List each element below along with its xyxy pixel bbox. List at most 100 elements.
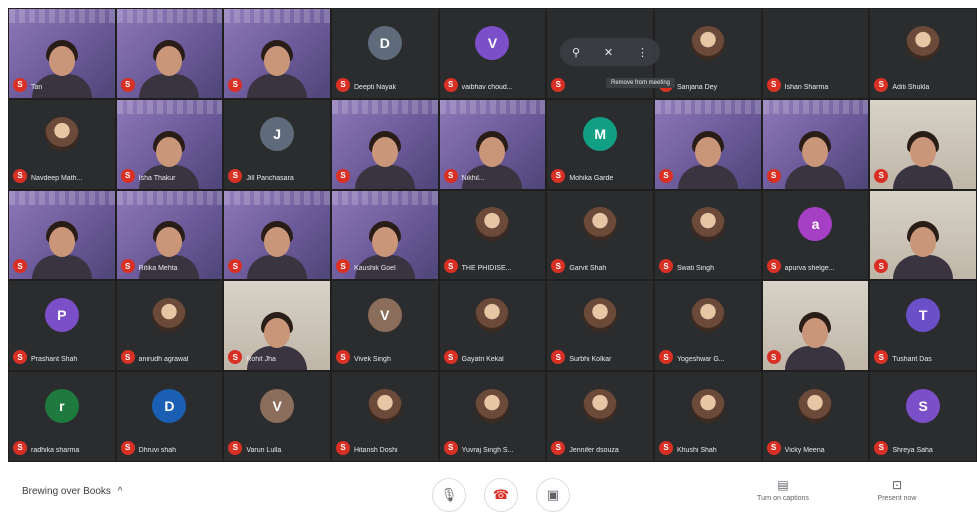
participant-tile[interactable]: S (224, 9, 330, 98)
mic-muted-icon: S (228, 77, 243, 92)
participant-name: Surbhi Kolkar (569, 356, 612, 364)
participant-tile[interactable]: S Nikhil... (439, 99, 546, 189)
participant-tile[interactable]: S (332, 99, 438, 189)
participant-tile[interactable]: S Swati Singh (655, 190, 761, 280)
participant-avatar: D (367, 25, 402, 60)
participant-photo (906, 25, 941, 60)
participant-name: Garvit Shah (569, 265, 607, 273)
participant-photo (152, 298, 187, 333)
participant-avatar: a (798, 207, 833, 242)
participant-tile[interactable]: M S Mohika Garde (547, 99, 653, 189)
meeting-title[interactable]: Brewing over Books ^ (22, 486, 122, 497)
camera-icon: ▣ (546, 487, 560, 502)
participant-tile[interactable]: S Yuvraj Singh S... (439, 372, 546, 461)
participant-tile[interactable]: a Sapurva shelge... (762, 190, 869, 280)
more-icon[interactable]: ⋮ (637, 46, 648, 59)
participant-tile[interactable]: V S Vivek Singh (332, 281, 438, 371)
participant-tile[interactable]: V Svaibhav choud... (439, 9, 546, 98)
participant-name: Prashant Shah (31, 356, 78, 364)
mic-muted-icon: S (336, 168, 350, 183)
mic-muted-icon: S (13, 350, 27, 365)
participant-tile[interactable]: S (655, 99, 761, 189)
participant-tile[interactable]: S Vicky Meena (762, 372, 869, 461)
bottom-toolbar: Brewing over Books ^ 🎙 ☎ ▣ ▤ Turn on cap… (0, 466, 977, 514)
participant-tile[interactable]: S Rohit Jha (224, 281, 330, 371)
participant-avatar: P (44, 298, 79, 333)
participant-tile[interactable]: S S Shreya Saha (870, 372, 976, 461)
mic-muted-icon: S (228, 259, 243, 274)
participant-name: Ishan Sharma (784, 83, 829, 91)
participant-name: Hitansh Doshi (354, 446, 398, 454)
present-button[interactable]: ⊡ Present now (862, 478, 932, 502)
participant-name: Kaushik Goel (354, 265, 396, 273)
participant-grid: S Tan S S D S Deepti Nayak V Svaibhav choud... S S… (8, 8, 977, 462)
participant-tile[interactable]: S Navdeep Math... (9, 99, 115, 189)
participant-tile[interactable]: S Isha Thakur (116, 99, 223, 189)
mic-muted-icon: S (766, 259, 781, 274)
participant-tile[interactable]: T S Tushant Das (870, 281, 976, 371)
participant-name: Tushant Das (892, 356, 932, 364)
participant-tile[interactable]: S (224, 190, 330, 280)
participant-tile[interactable]: S Ishan Sharma (762, 9, 869, 98)
hangup-button[interactable]: ☎ (484, 478, 518, 512)
mic-muted-icon: S (874, 440, 889, 455)
participant-video (893, 219, 954, 280)
participant-avatar: J (260, 116, 295, 151)
participant-tile[interactable]: S Khushi Shah (655, 372, 761, 461)
mic-muted-icon: S (659, 168, 673, 183)
participant-tile[interactable]: S Hitansh Doshi (332, 372, 438, 461)
participant-photo (690, 25, 725, 60)
participant-tile[interactable]: D S Deepti Nayak (332, 9, 438, 98)
participant-tile[interactable]: S (762, 99, 869, 189)
pin-icon[interactable]: ⚲ (572, 46, 580, 59)
camera-button[interactable]: ▣ (536, 478, 570, 512)
participant-tile[interactable]: J S Jill Panchasara (224, 99, 330, 189)
participant-tile[interactable]: S Yogeshwar G... (655, 281, 761, 371)
participant-tile[interactable]: r Sradhika sharma (9, 372, 115, 461)
participant-name: vaibhav choud... (461, 83, 513, 91)
participant-tile[interactable]: S (762, 281, 869, 371)
mic-muted-icon: S (120, 350, 135, 365)
participant-tile[interactable]: S Aditi Shukla (870, 9, 976, 98)
participant-tile[interactable]: S (116, 9, 223, 98)
participant-name: THE PHIDISE... (461, 265, 512, 273)
participant-tile[interactable]: S (9, 190, 115, 280)
captions-button[interactable]: ▤ Turn on captions (748, 478, 818, 502)
participant-tile[interactable]: S (870, 99, 976, 189)
mic-muted-icon: S (551, 440, 566, 455)
participant-name: apurva shelge... (784, 265, 835, 273)
mic-muted-icon: S (120, 259, 135, 274)
participant-tile[interactable]: S Jennifer dsouza (547, 372, 653, 461)
participant-tile[interactable]: S Tan (9, 9, 115, 98)
participant-tile[interactable]: V S Varun Lulla (224, 372, 330, 461)
participant-tile[interactable]: S Garvit Shah (547, 190, 653, 280)
participant-tile[interactable]: S (870, 190, 976, 280)
participant-tile[interactable]: S THE PHIDISE... (439, 190, 546, 280)
participant-tile[interactable]: S Kaushik Goel (332, 190, 438, 280)
mic-button[interactable]: 🎙 (432, 478, 466, 512)
present-label: Present now (877, 495, 917, 502)
participant-name: Vicky Meena (784, 446, 825, 454)
chevron-up-icon: ^ (117, 486, 123, 497)
participant-video (139, 38, 200, 98)
participant-tile[interactable]: S Gayatri Kekal (439, 281, 546, 371)
participant-video (31, 219, 92, 280)
participant-tile[interactable]: S Surbhi Kolkar (547, 281, 653, 371)
mic-muted-icon: S (336, 440, 350, 455)
participant-photo (44, 116, 79, 151)
participant-tile[interactable]: Sanirudh agrawal (116, 281, 223, 371)
mic-muted-icon: S (336, 259, 350, 274)
participant-avatar: r (44, 388, 79, 423)
participant-name: Deepti Nayak (354, 83, 397, 91)
participant-tile[interactable]: P S Prashant Shah (9, 281, 115, 371)
participant-tile[interactable]: D S Dhruvi shah (116, 372, 223, 461)
meeting-title-text: Brewing over Books (22, 486, 111, 497)
participant-avatar: V (475, 25, 510, 60)
participant-tile[interactable]: S Ritika Mehta (116, 190, 223, 280)
participant-video (354, 129, 415, 189)
mic-muted-icon: S (659, 259, 673, 274)
participant-name: radhika sharma (31, 446, 80, 454)
present-icon: ⊡ (891, 478, 903, 492)
mic-muted-icon: S (120, 168, 135, 183)
mic-off-icon[interactable]: ✕ (604, 46, 613, 59)
